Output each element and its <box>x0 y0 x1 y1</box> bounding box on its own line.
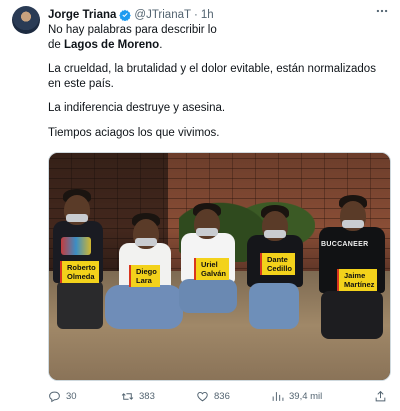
like-button[interactable]: 836 <box>196 390 230 403</box>
person-legs <box>249 283 299 329</box>
author-name[interactable]: Jorge Triana <box>48 9 116 21</box>
share-button[interactable] <box>374 390 387 403</box>
label-first: Diego <box>136 267 157 276</box>
heart-icon <box>197 391 208 401</box>
label-first: Roberto <box>67 263 96 272</box>
share-icon <box>375 390 386 401</box>
label-first: Uriel <box>201 260 218 269</box>
views-button[interactable]: 39,4 mil <box>271 390 322 403</box>
person-legs <box>321 291 383 339</box>
action-bar: 30 383 836 39,4 mil <box>48 388 388 404</box>
name-label: Uriel Galván <box>194 258 230 280</box>
more-icon[interactable] <box>372 4 392 20</box>
repost-count: 383 <box>139 390 155 402</box>
verified-badge-icon <box>119 9 132 21</box>
tweet-line-2-suffix: . <box>159 38 163 51</box>
person-legs <box>57 281 103 329</box>
tweet-line-1: No hay palabras para describir lo <box>48 24 217 36</box>
tweet-line-2-prefix: de <box>48 38 64 51</box>
label-last: Cedillo <box>267 264 293 273</box>
avatar[interactable] <box>12 6 40 34</box>
label-last: Olmeda <box>67 272 95 281</box>
tweet-paragraph-4: Tiempos aciagos los que vivimos. <box>48 126 220 139</box>
tweet-paragraph-3: La indiferencia destruye y asesina. <box>48 102 226 114</box>
views-icon <box>272 391 284 401</box>
label-last: Lara <box>136 276 152 285</box>
separator-dot: · <box>194 9 198 21</box>
tweet-line-2-bold: Lagos de Moreno <box>64 38 160 51</box>
name-label: Dante Cedillo <box>260 253 296 275</box>
shirt-print <box>61 237 91 255</box>
name-label: Diego Lara <box>129 265 160 287</box>
name-label: Roberto Olmeda <box>60 261 99 283</box>
person-legs <box>179 279 237 313</box>
label-first: Dante <box>267 255 288 264</box>
label-last: Martínez <box>344 280 375 289</box>
reply-count: 30 <box>66 390 77 402</box>
name-label: Jaime Martínez <box>337 269 378 291</box>
tweet-text: No hay palabras para describir lo de Lag… <box>48 23 388 140</box>
tweet[interactable]: Jorge Triana @JTrianaT · 1h No hay palab… <box>0 0 400 411</box>
reply-icon <box>49 391 60 402</box>
author-handle[interactable]: @JTrianaT <box>134 9 191 21</box>
like-count: 836 <box>214 390 230 402</box>
tweet-paragraph-2: La crueldad, la brutalidad y el dolor ev… <box>48 63 376 90</box>
reply-button[interactable]: 30 <box>48 390 77 403</box>
tweet-header: Jorge Triana @JTrianaT · 1h <box>48 6 388 24</box>
label-first: Jaime <box>344 271 366 280</box>
shirt-text: BUCCANEER <box>321 241 369 248</box>
label-last: Galván <box>201 269 227 278</box>
views-count: 39,4 mil <box>289 390 323 402</box>
tweet-photo[interactable]: BUCCANEER Roberto Olmeda Diego Lara Urie… <box>48 152 391 381</box>
person-legs <box>105 285 183 329</box>
repost-icon <box>121 392 134 400</box>
timestamp[interactable]: 1h <box>201 9 214 21</box>
repost-button[interactable]: 383 <box>121 390 155 403</box>
